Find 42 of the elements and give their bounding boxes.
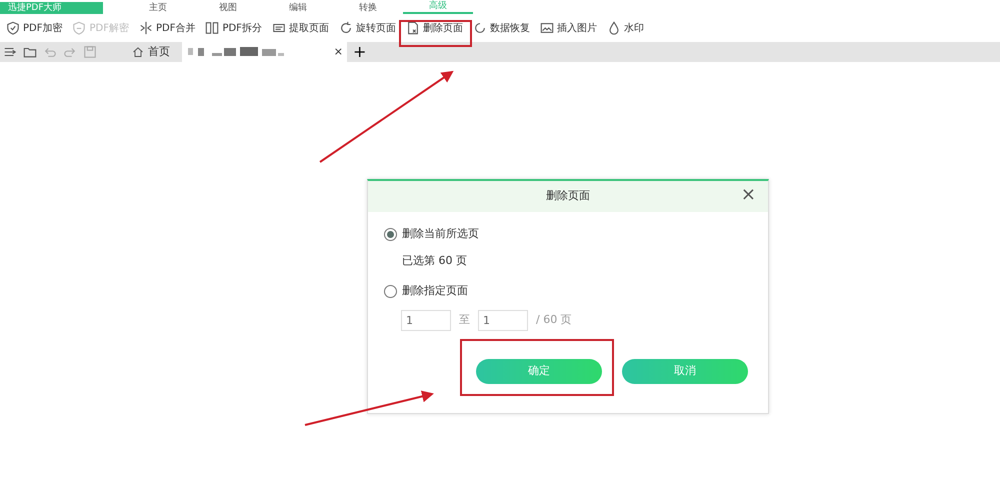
app-title: 迅捷PDF大师: [0, 2, 103, 14]
toolbar-button[interactable]: 水印: [606, 20, 644, 36]
toolbar-button[interactable]: 旋转页面: [338, 20, 396, 36]
shield-icon: [72, 21, 86, 35]
refresh-icon: [472, 21, 487, 35]
document-tab[interactable]: ×: [182, 42, 347, 62]
radio-button[interactable]: [384, 284, 397, 298]
ribbon-tab[interactable]: 主页: [123, 2, 193, 14]
home-icon: [132, 46, 144, 58]
image-icon: [540, 21, 554, 35]
close-button[interactable]: ×: [734, 184, 762, 206]
extract-icon: [272, 21, 286, 35]
folder-icon[interactable]: [23, 45, 37, 59]
page-icon: [406, 21, 420, 35]
rotate-icon: [338, 21, 353, 35]
option-label: 删除指定页面: [402, 283, 468, 299]
page-to-field[interactable]: 1: [478, 310, 528, 330]
toolbar-button[interactable]: 提取页面: [272, 20, 329, 36]
option-label: 删除当前所选页: [402, 226, 479, 242]
ribbon-tab[interactable]: 编辑: [263, 2, 333, 14]
tab-label[interactable]: 首页: [148, 44, 170, 60]
selection-note: 已选第 60 页: [402, 252, 468, 268]
toolbar-button[interactable]: 删除页面: [406, 20, 463, 36]
ribbon-tab[interactable]: 视图: [193, 2, 263, 14]
toolbar-button[interactable]: 插入图片: [540, 20, 597, 36]
toolbar-button[interactable]: PDF加密: [6, 20, 62, 36]
split-icon: [205, 21, 220, 35]
radio-button[interactable]: [384, 228, 397, 241]
shield-icon: [6, 21, 20, 35]
menu-icon[interactable]: [3, 45, 17, 59]
new-tab-button[interactable]: +: [347, 43, 372, 61]
toolbar-button[interactable]: 数据恢复: [472, 20, 530, 36]
close-icon[interactable]: ×: [334, 44, 343, 60]
toolbar-button[interactable]: PDF拆分: [205, 20, 262, 36]
ribbon-tab[interactable]: 转换: [333, 2, 403, 14]
drop-icon: [606, 21, 621, 35]
merge-icon: [138, 21, 153, 35]
range-separator: 至: [459, 312, 470, 328]
dialog-title: 删除页面: [546, 188, 590, 204]
toolbar-button[interactable]: PDF合并: [138, 20, 196, 36]
page-from-field[interactable]: 1: [401, 310, 451, 330]
page-total: / 60 页: [536, 312, 572, 328]
